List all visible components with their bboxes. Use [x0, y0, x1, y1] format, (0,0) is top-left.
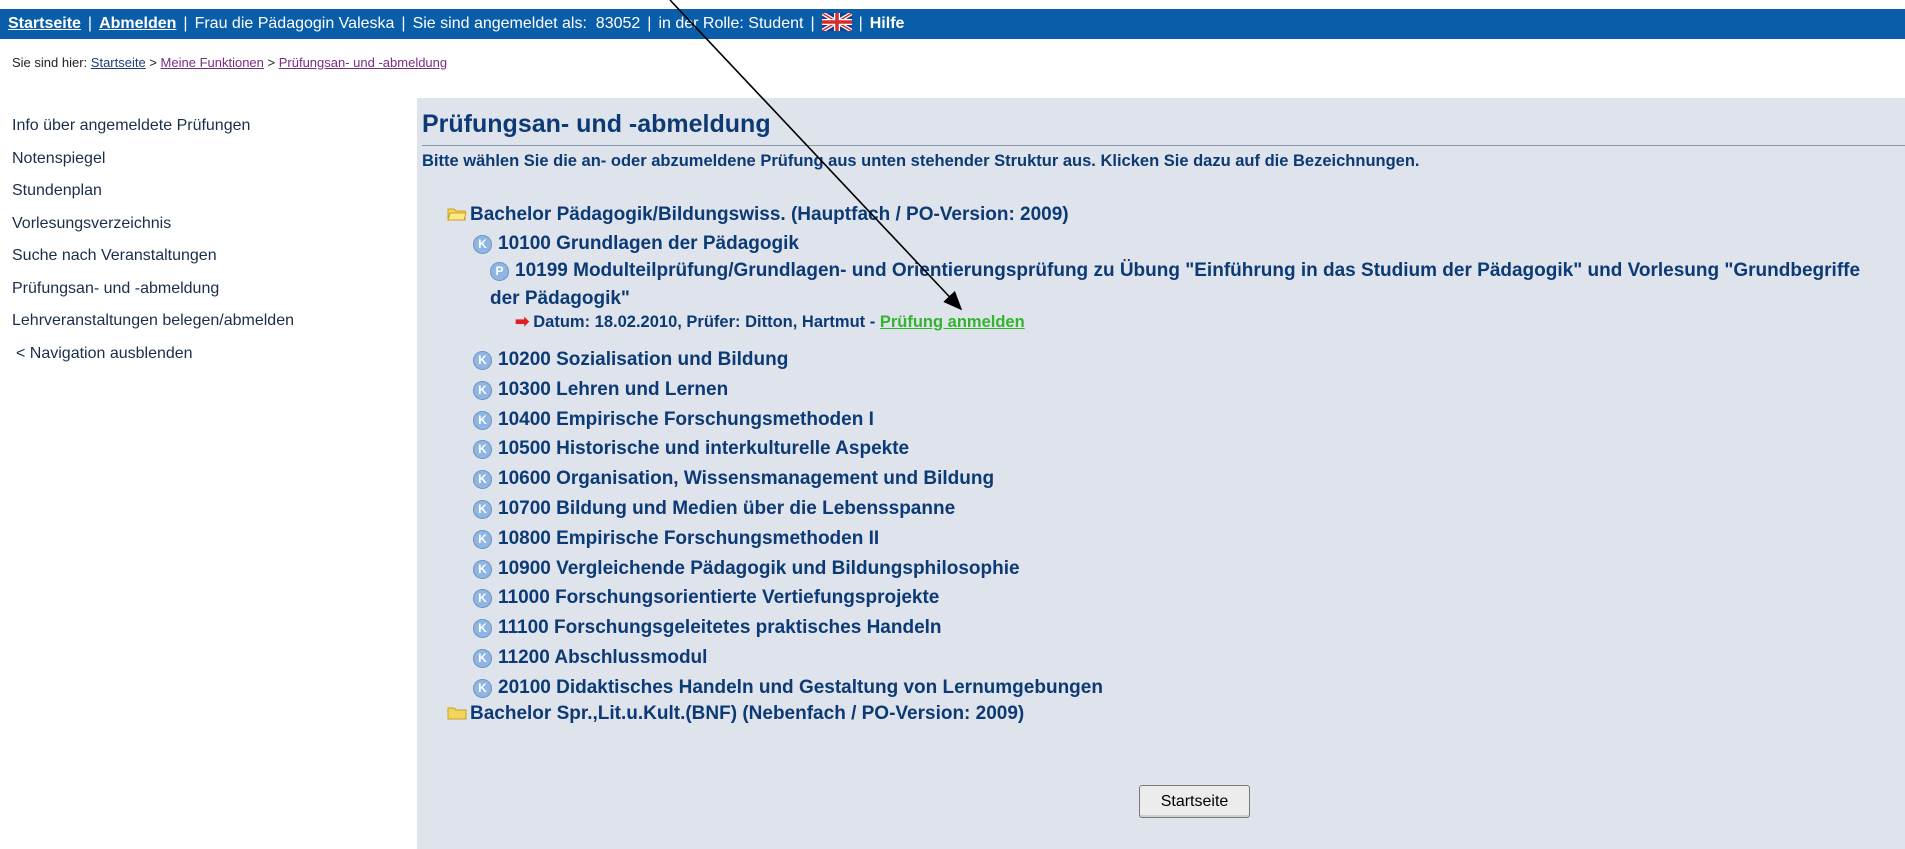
tree-module[interactable]: K 10600 Organisation, Wissensmanagement u…: [473, 468, 994, 490]
sidebar-navigation: Info über angemeldete Prüfungen Notenspi…: [12, 114, 412, 374]
module-k-icon: K: [473, 589, 492, 609]
module-k-icon: K: [473, 470, 492, 490]
separator: |: [87, 15, 93, 32]
role-label: in der Rolle: Student: [658, 15, 804, 32]
folder-open-icon: [447, 205, 467, 221]
logout-link-label: Abmelden: [99, 15, 177, 32]
tree-module[interactable]: K 11000 Forschungsorientierte Vertiefungs…: [473, 587, 939, 609]
home-link[interactable]: Startseite: [8, 15, 81, 32]
separator: |: [810, 15, 815, 32]
separator: |: [858, 15, 863, 32]
module-label: 10900 Vergleichende Pädagogik und Bildun…: [498, 557, 1020, 579]
folder-closed-icon: [447, 704, 467, 720]
red-arrow-icon: ➡: [515, 312, 530, 331]
module-label: 10700 Bildung und Medien über die Lebens…: [498, 498, 956, 519]
sidebar-item-exam-info[interactable]: Info über angemeldete Prüfungen: [12, 114, 412, 147]
module-k-icon: K: [473, 351, 492, 370]
module-label: 10500 Historische und interkulturelle As…: [498, 438, 910, 460]
tree-module[interactable]: K 10400 Empirische Forschungsmethoden I: [473, 409, 874, 431]
breadcrumb-separator: >: [149, 55, 157, 70]
module-label: 10400 Empirische Forschungsmethoden I: [498, 408, 874, 430]
breadcrumb-my-functions[interactable]: Meine Funktionen: [161, 55, 264, 70]
help-link[interactable]: Hilfe: [870, 15, 905, 32]
tree-root-nebenfach[interactable]: Bachelor Spr.,Lit.u.Kult.(BNF) (Nebenfac…: [447, 703, 1024, 725]
user-name: Frau die Pädagogin Valeska: [194, 15, 395, 32]
module-label: 10600 Organisation, Wissensmanagement un…: [498, 468, 995, 490]
separator: |: [183, 15, 188, 32]
module-k-icon: K: [473, 678, 492, 698]
main-content: Prüfungsan- und -abmeldung Bitte wählen …: [417, 98, 1905, 849]
uk-flag-icon[interactable]: [821, 12, 852, 31]
tree-exam[interactable]: P 10199 Modulteilprüfung/Grundlagen- und …: [490, 257, 1890, 313]
tree-root-paedagogik[interactable]: Bachelor Pädagogik/Bildungswiss. (Hauptf…: [447, 204, 1069, 226]
breadcrumb-separator: >: [267, 55, 276, 70]
module-k-icon: K: [473, 559, 492, 579]
module-label: 10800 Empirische Forschungsmethoden II: [498, 527, 880, 549]
exam-label: 10199 Modulteilprüfung/Grundlagen- und O…: [490, 260, 1861, 309]
module-k-icon: K: [473, 529, 492, 549]
module-k-icon: K: [473, 410, 492, 430]
module-k-icon: K: [473, 440, 492, 460]
exam-p-icon: P: [490, 262, 509, 281]
module-k-icon: K: [473, 380, 492, 400]
register-exam-link[interactable]: Prüfung anmelden: [880, 313, 1025, 331]
exam-details: Datum: 18.02.2010, Prüfer: Ditton, Hartm…: [533, 313, 876, 331]
separator: |: [647, 15, 652, 32]
breadcrumb-current[interactable]: Prüfungsan- und -abmeldung: [279, 55, 447, 70]
home-button[interactable]: Startseite: [1139, 785, 1250, 818]
top-navigation-bar: Startseite | Abmelden | Frau die Pädagogin V…: [0, 9, 1905, 39]
breadcrumb-prefix: Sie sind hier:: [12, 55, 88, 70]
module-k-icon: K: [473, 235, 492, 254]
title-divider: [422, 145, 1905, 146]
sidebar-item-course-catalog[interactable]: Vorlesungsverzeichnis: [12, 212, 412, 245]
tree-module[interactable]: K 10100 Grundlagen der Pädagogik: [473, 233, 799, 255]
home-link-label: Startseite: [8, 15, 81, 32]
tree-module[interactable]: K 10700 Bildung und Medien über die Leben…: [473, 498, 955, 520]
tree-module[interactable]: K 10300 Lehren und Lernen: [473, 379, 728, 401]
tree-root-label: Bachelor Pädagogik/Bildungswiss. (Hauptf…: [470, 204, 1069, 225]
module-label: 11200 Abschlussmodul: [498, 647, 708, 668]
sidebar-item-timetable[interactable]: Stundenplan: [12, 179, 412, 212]
sidebar-item-course-enrollment[interactable]: Lehrveranstaltungen belegen/abmelden: [12, 309, 412, 342]
module-k-icon: K: [473, 619, 492, 639]
module-label: 10100 Grundlagen der Pädagogik: [498, 233, 799, 254]
logout-link[interactable]: Abmelden: [99, 15, 176, 32]
module-label: 10200 Sozialisation und Bildung: [498, 349, 789, 370]
tree-root-label: Bachelor Spr.,Lit.u.Kult.(BNF) (Nebenfac…: [470, 703, 1025, 724]
sidebar-item-course-search[interactable]: Suche nach Veranstaltungen: [12, 244, 412, 277]
tree-module[interactable]: K 11200 Abschlussmodul: [473, 647, 707, 669]
exam-date-row: ➡ Datum: 18.02.2010, Prüfer: Ditton, Hart…: [515, 312, 1025, 332]
sidebar-item-exam-registration[interactable]: Prüfungsan- und -abmeldung: [12, 277, 412, 310]
module-label: 20100 Didaktisches Handeln und Gestaltun…: [498, 676, 1103, 698]
user-id: 83052: [595, 15, 641, 32]
module-k-icon: K: [473, 649, 492, 668]
page-title: Prüfungsan- und -abmeldung: [422, 110, 771, 138]
tree-module[interactable]: K 10800 Empirische Forschungsmethoden II: [473, 528, 879, 550]
sidebar-item-grades[interactable]: Notenspiegel: [12, 147, 412, 180]
separator: |: [401, 15, 406, 32]
tree-module[interactable]: K 11100 Forschungsgeleitetes praktisches …: [473, 617, 942, 639]
tree-module[interactable]: K 10500 Historische und interkulturelle A…: [473, 438, 909, 460]
module-k-icon: K: [473, 500, 492, 519]
breadcrumb-home[interactable]: Startseite: [91, 55, 146, 70]
module-label: 11000 Forschungsorientierte Vertiefungsp…: [498, 587, 940, 609]
tree-module[interactable]: K 10900 Vergleichende Pädagogik und Bildu…: [473, 558, 1020, 580]
sidebar-item-hide-navigation[interactable]: < Navigation ausblenden: [12, 342, 412, 375]
instruction-text: Bitte wählen Sie die an- oder abzumelden…: [422, 152, 1420, 170]
logged-in-as-label: Sie sind angemeldet als:: [412, 15, 587, 32]
tree-module[interactable]: K 20100 Didaktisches Handeln und Gestaltu…: [473, 677, 1103, 699]
module-label: 10300 Lehren und Lernen: [498, 378, 729, 400]
tree-module[interactable]: K 10200 Sozialisation und Bildung: [473, 349, 788, 371]
module-label: 11100 Forschungsgeleitetes praktisches H…: [498, 617, 942, 639]
breadcrumb: Sie sind hier: Startseite > Meine Funkti…: [12, 55, 447, 70]
